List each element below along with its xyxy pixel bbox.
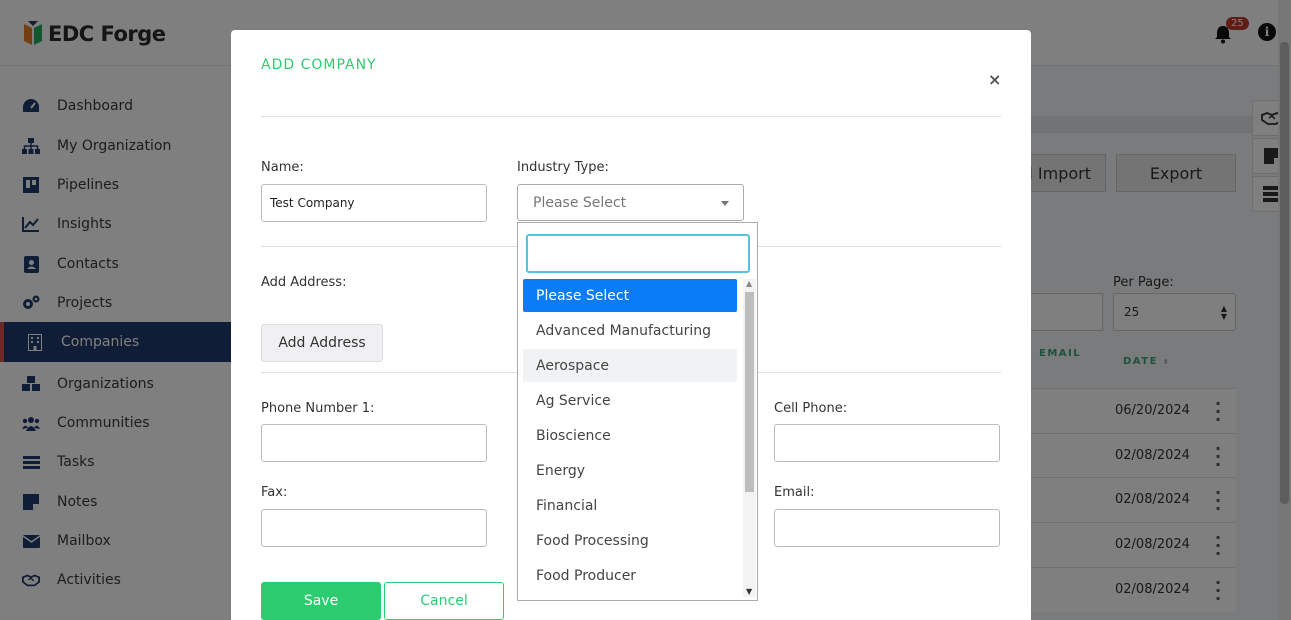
dropdown-option[interactable]: Financial	[523, 489, 737, 522]
industry-type-value: Please Select	[533, 194, 627, 211]
scroll-up-icon[interactable]: ▲	[746, 279, 752, 288]
dropdown-search-input[interactable]	[526, 234, 750, 273]
dropdown-option[interactable]: Energy	[523, 454, 737, 487]
dropdown-option[interactable]: Bioscience	[523, 419, 737, 452]
email-input[interactable]	[774, 509, 1000, 547]
dropdown-option[interactable]: Advanced Manufacturing	[523, 314, 737, 347]
industry-type-label: Industry Type:	[517, 160, 609, 175]
cell-phone-label: Cell Phone:	[774, 401, 848, 416]
close-icon[interactable]: ×	[988, 70, 1001, 89]
dropdown-scrollbar-thumb[interactable]	[745, 292, 754, 492]
scroll-down-icon[interactable]: ▼	[746, 587, 752, 596]
fax-label: Fax:	[261, 485, 288, 500]
modal-title: ADD COMPANY	[261, 57, 377, 73]
industry-type-dropdown: Please Select Advanced Manufacturing Aer…	[517, 222, 758, 601]
divider	[261, 116, 1001, 117]
add-address-button[interactable]: Add Address	[261, 324, 383, 362]
name-label: Name:	[261, 160, 304, 175]
phone-number-1-label: Phone Number 1:	[261, 401, 375, 416]
add-address-label: Add Address:	[261, 275, 347, 290]
dropdown-option[interactable]: Food Processing	[523, 524, 737, 557]
dropdown-scrollbar[interactable]: ▲ ▼	[743, 279, 756, 597]
cell-phone-input[interactable]	[774, 424, 1000, 462]
dropdown-option[interactable]: Please Select	[523, 279, 737, 312]
name-input[interactable]: Test Company	[261, 184, 487, 222]
dropdown-option[interactable]: Food Producer	[523, 559, 737, 592]
phone-number-1-input[interactable]	[261, 424, 487, 462]
dropdown-option[interactable]: Ag Service	[523, 384, 737, 417]
caret-down-icon	[721, 201, 729, 206]
save-button[interactable]: Save	[261, 582, 381, 620]
dropdown-options-list: Please Select Advanced Manufacturing Aer…	[523, 279, 737, 594]
industry-type-select[interactable]: Please Select	[517, 184, 744, 221]
dropdown-option[interactable]: Aerospace	[523, 349, 737, 382]
cancel-button[interactable]: Cancel	[384, 582, 504, 620]
email-label: Email:	[774, 485, 815, 500]
fax-input[interactable]	[261, 509, 487, 547]
name-input-value: Test Company	[270, 196, 355, 210]
